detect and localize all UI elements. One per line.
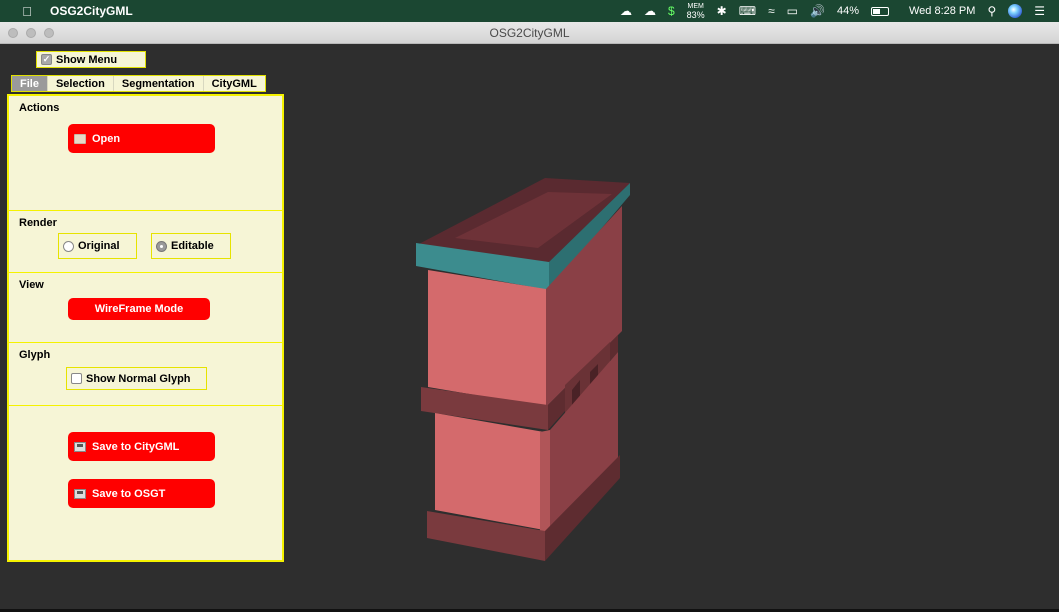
open-button-label: Open xyxy=(92,132,121,145)
window-title-bar: OSG2CityGML xyxy=(0,22,1059,44)
editable-radio[interactable]: Editable xyxy=(151,233,231,259)
render-title: Render xyxy=(19,217,57,229)
view-section: View WireFrame Mode xyxy=(9,273,282,343)
app-menu-name[interactable]: OSG2CityGML xyxy=(50,4,133,18)
floppy-disk-icon-2 xyxy=(74,488,86,499)
save-citygml-label: Save to CityGML xyxy=(92,440,180,453)
tab-segmentation[interactable]: Segmentation xyxy=(114,76,204,91)
status-area: ☁ ☁ $ MEM 83% ✱ ⌨ ≈ ▭ 🔊 44% Wed 8:28 PM … xyxy=(620,3,1045,20)
bluetooth-icon[interactable]: ✱ xyxy=(717,5,727,17)
wifi-icon[interactable]: ≈ xyxy=(768,5,775,17)
cloud-icon-2[interactable]: ☁ xyxy=(644,5,656,17)
render-section: Render Original Editable xyxy=(9,211,282,273)
show-menu-label: Show Menu xyxy=(56,53,118,66)
tab-selection[interactable]: Selection xyxy=(48,76,114,91)
folder-icon xyxy=(74,133,86,144)
battery-percent[interactable]: 44% xyxy=(837,5,859,17)
open-button[interactable]: Open xyxy=(68,124,215,153)
window-title: OSG2CityGML xyxy=(489,26,570,40)
checkbox-icon xyxy=(71,373,82,384)
tab-file[interactable]: File xyxy=(12,76,48,91)
view-title: View xyxy=(19,279,44,291)
show-menu-checkbox[interactable]: ✓ Show Menu xyxy=(36,51,146,68)
save-to-citygml-button[interactable]: Save to CityGML xyxy=(68,432,215,461)
memory-value: 83% xyxy=(686,10,705,20)
original-radio[interactable]: Original xyxy=(58,233,137,259)
menu-bar:  OSG2CityGML ☁ ☁ $ MEM 83% ✱ ⌨ ≈ ▭ 🔊 44… xyxy=(0,0,1059,22)
radio-icon-original xyxy=(63,240,74,252)
apple-icon[interactable]:  xyxy=(20,4,34,19)
clock[interactable]: Wed 8:28 PM xyxy=(909,5,975,17)
siri-icon[interactable] xyxy=(1008,4,1023,18)
glyph-section: Glyph Show Normal Glyph xyxy=(9,343,282,406)
wireframe-mode-button[interactable]: WireFrame Mode xyxy=(68,298,210,320)
save-osgt-label: Save to OSGT xyxy=(92,487,166,500)
checkmark-icon: ✓ xyxy=(41,54,52,65)
tab-bar: File Selection Segmentation CityGML xyxy=(11,75,266,92)
floppy-disk-icon xyxy=(74,441,86,452)
show-normal-glyph-checkbox[interactable]: Show Normal Glyph xyxy=(66,367,207,390)
radio-icon-editable xyxy=(156,240,167,252)
save-to-osgt-button[interactable]: Save to OSGT xyxy=(68,479,215,508)
keyboard-icon[interactable]: ⌨ xyxy=(739,5,756,17)
volume-icon[interactable]: 🔊 xyxy=(810,5,825,17)
glyph-title: Glyph xyxy=(19,349,51,361)
airplay-icon[interactable]: ▭ xyxy=(787,5,798,17)
battery-icon[interactable] xyxy=(870,6,889,16)
notification-center-icon[interactable]: ☰ xyxy=(1034,5,1045,17)
original-label: Original xyxy=(78,240,120,252)
wireframe-label: WireFrame Mode xyxy=(94,303,184,315)
actions-section: Actions Open xyxy=(9,96,282,211)
actions-title: Actions xyxy=(19,102,60,114)
cloud-icon[interactable]: ☁ xyxy=(620,5,632,17)
file-panel: Actions Open Render Original Editable Vi… xyxy=(7,94,284,562)
editable-label: Editable xyxy=(171,240,214,252)
save-section: Save to CityGML Save to OSGT xyxy=(9,406,282,560)
tab-citygml[interactable]: CityGML xyxy=(204,76,265,91)
memory-indicator[interactable]: MEM 83% xyxy=(686,3,705,20)
search-icon[interactable]: ⚲ xyxy=(987,5,996,17)
show-normal-glyph-label: Show Normal Glyph xyxy=(86,372,191,385)
dollar-icon[interactable]: $ xyxy=(668,5,675,17)
